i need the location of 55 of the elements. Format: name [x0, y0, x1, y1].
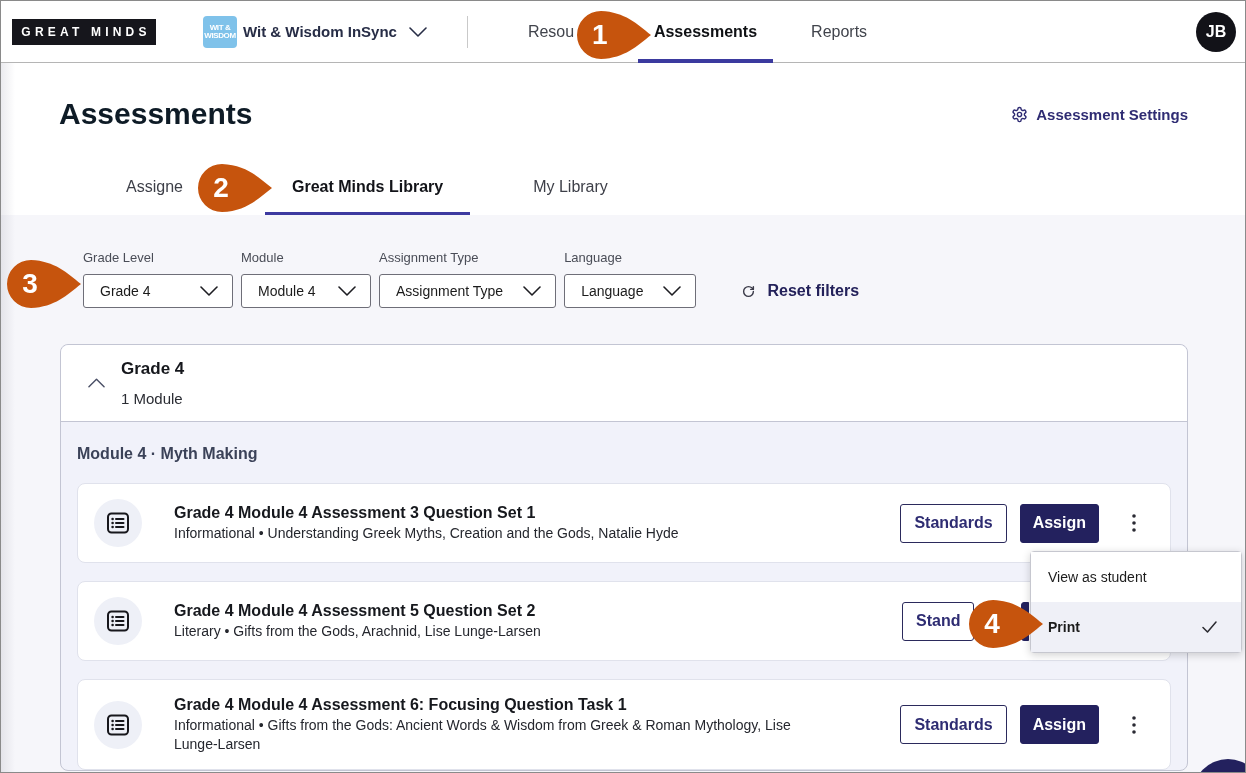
- chevron-up-icon[interactable]: [88, 378, 105, 388]
- more-options-icon[interactable]: [1132, 715, 1136, 734]
- chevron-down-icon[interactable]: [408, 26, 427, 37]
- more-options-icon[interactable]: [1132, 514, 1136, 532]
- library-tab[interactable]: My Library: [506, 159, 608, 215]
- assessment-details: Literary • Gifts from the Gods, Arachnid, Lise Lunge-Larsen: [174, 622, 542, 641]
- assessment-details: Informational • Understanding Greek Myths, Creation and the Gods, Natalie Hyde: [174, 524, 680, 543]
- accordion-header[interactable]: Grade 4 1 Module: [61, 345, 1187, 422]
- library-tab[interactable]: Assigne: [99, 159, 183, 215]
- settings-icon: [1011, 105, 1029, 123]
- refresh-icon: [742, 284, 756, 298]
- page-title: Assessments: [59, 96, 253, 132]
- callout-marker: 2: [196, 163, 272, 213]
- filter-dropdown[interactable]: Language: [564, 274, 697, 308]
- standards-button[interactable]: Standards: [900, 503, 1007, 543]
- assessment-title[interactable]: Grade 4 Module 4 Assessment 3 Question Set 1: [174, 503, 819, 523]
- nav-link[interactable]: Resou: [511, 1, 575, 63]
- chevron-down-icon[interactable]: [200, 286, 218, 296]
- list-icon: [94, 499, 142, 547]
- filter-label: Module: [241, 250, 285, 266]
- assessment-title[interactable]: Grade 4 Module 4 Assessment 6: Focusing Question Task 1: [174, 695, 819, 715]
- assign-button[interactable]: Assign: [1019, 705, 1099, 744]
- nav-link[interactable]: Reports: [795, 1, 868, 63]
- filter-label: Language: [564, 250, 623, 266]
- filter-dropdown[interactable]: Grade 4: [83, 274, 233, 308]
- standards-button[interactable]: Stand: [902, 601, 975, 641]
- list-icon: [94, 597, 142, 645]
- filter-dropdown[interactable]: Assignment Type: [379, 274, 557, 308]
- assign-button[interactable]: [1021, 601, 1029, 641]
- chevron-down-icon[interactable]: [523, 286, 542, 296]
- group-title: Grade 4: [121, 357, 185, 380]
- product-logo: WIT & WISDOM: [203, 15, 237, 48]
- product-name[interactable]: Wit & Wisdom InSync: [243, 23, 397, 40]
- great-minds-logo: GREAT MINDS: [12, 18, 156, 45]
- filter-label: Assignment Type: [379, 250, 480, 266]
- filter-label: Grade Level: [83, 250, 155, 266]
- assign-button[interactable]: Assign: [1019, 503, 1099, 543]
- reset-filters-button[interactable]: Reset filters: [742, 274, 860, 308]
- menu-item[interactable]: View as student: [1031, 552, 1241, 602]
- filter-dropdown[interactable]: Module 4: [241, 274, 371, 308]
- callout-marker: 1: [574, 10, 651, 60]
- chevron-down-icon[interactable]: [338, 286, 356, 296]
- callout-marker: 4: [967, 599, 1043, 649]
- user-avatar[interactable]: JB: [1196, 11, 1236, 52]
- assessment-details: Informational • Gifts from the Gods: Ancient Words & Wisdom from Greek & Roman Mythology, Lise Lunge-Larsen: [174, 716, 792, 754]
- menu-item[interactable]: Print: [1031, 602, 1241, 652]
- assessment-title[interactable]: Grade 4 Module 4 Assessment 5 Question Set 2: [174, 601, 819, 621]
- list-icon: [94, 700, 142, 749]
- assessment-settings-link[interactable]: Assessment Settings: [1011, 105, 1188, 123]
- group-subtitle: 1 Module: [121, 388, 184, 409]
- check-icon: [1202, 621, 1217, 633]
- chevron-down-icon[interactable]: [663, 286, 682, 296]
- callout-marker: 3: [5, 259, 81, 309]
- module-heading: Module 4 · Myth Making: [77, 444, 259, 464]
- standards-button[interactable]: Standards: [900, 705, 1007, 744]
